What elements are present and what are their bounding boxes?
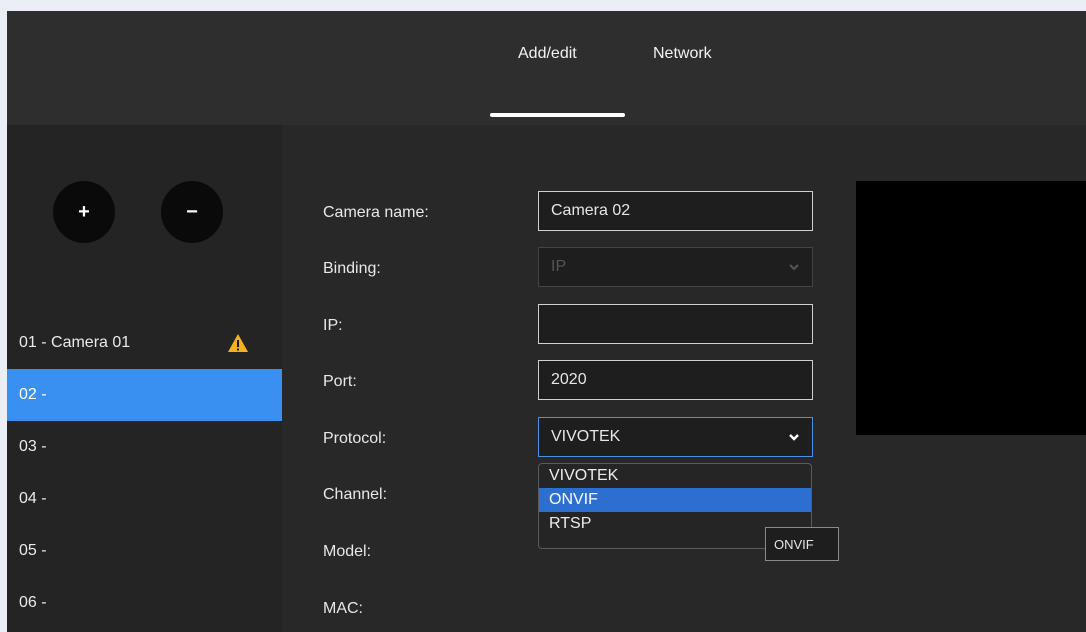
protocol-select[interactable]: VIVOTEK — [538, 417, 813, 457]
camera-name-input[interactable]: Camera 02 — [538, 191, 813, 231]
channel-label: Channel: — [323, 486, 388, 503]
port-input[interactable]: 2020 — [538, 360, 813, 400]
remove-camera-button[interactable]: − — [161, 181, 223, 243]
binding-label: Binding: — [323, 260, 381, 277]
port-value: 2020 — [551, 371, 587, 388]
tab-add-edit[interactable]: Add/edit — [518, 45, 577, 63]
active-tab-indicator — [490, 113, 625, 117]
warning-icon — [228, 334, 248, 352]
model-label: Model: — [323, 543, 372, 560]
minus-icon: − — [186, 200, 198, 223]
camera-list-item-label: 01 - Camera 01 — [19, 334, 131, 351]
binding-select: IP — [538, 247, 813, 287]
ip-label: IP: — [323, 317, 343, 334]
camera-list-item[interactable]: 03 - — [7, 421, 282, 473]
camera-list-item[interactable]: 06 - — [7, 577, 282, 629]
tooltip: ONVIF — [765, 527, 839, 561]
top-bar: Add/edit Network — [7, 11, 1086, 125]
port-label: Port: — [323, 373, 357, 390]
camera-name-label: Camera name: — [323, 204, 429, 221]
camera-list-item[interactable]: 05 - — [7, 525, 282, 577]
app-window: Add/edit Network + − 01 - Camera 01 02 -… — [7, 11, 1086, 632]
camera-list-item-label: 06 - — [19, 594, 47, 611]
camera-name-value: Camera 02 — [551, 202, 631, 219]
protocol-option[interactable]: ONVIF — [539, 488, 811, 512]
camera-list-item-label: 02 - — [19, 386, 47, 403]
camera-list-item[interactable]: 01 - Camera 01 — [7, 317, 282, 369]
camera-preview — [856, 181, 1086, 435]
protocol-label: Protocol: — [323, 430, 387, 447]
camera-list-item-label: 04 - — [19, 490, 47, 507]
camera-sidebar: + − 01 - Camera 01 02 - 03 - 04 - 05 - 0… — [7, 125, 282, 632]
plus-icon: + — [78, 200, 90, 223]
binding-value: IP — [551, 258, 567, 275]
camera-list-item[interactable]: 04 - — [7, 473, 282, 525]
tooltip-text: ONVIF — [774, 536, 814, 552]
protocol-value: VIVOTEK — [551, 428, 621, 445]
protocol-option[interactable]: VIVOTEK — [539, 464, 811, 488]
add-camera-button[interactable]: + — [53, 181, 115, 243]
chevron-down-icon — [789, 264, 799, 271]
camera-list-item[interactable]: 02 - — [7, 369, 282, 421]
camera-list-item-label: 05 - — [19, 542, 47, 559]
camera-list-item-label: 03 - — [19, 438, 47, 455]
chevron-down-icon — [789, 434, 799, 441]
mac-label: MAC: — [323, 600, 363, 617]
tab-network[interactable]: Network — [653, 45, 712, 63]
ip-input[interactable] — [538, 304, 813, 344]
